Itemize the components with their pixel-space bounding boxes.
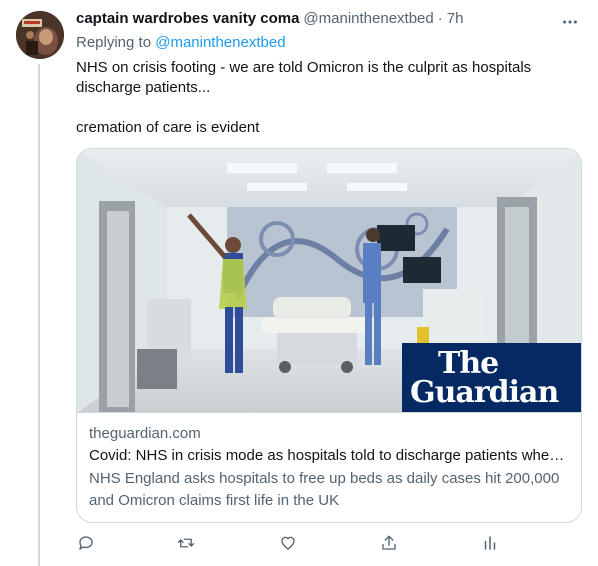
tweet-text: NHS on crisis footing - we are told Omic… bbox=[76, 58, 584, 138]
retweet-icon bbox=[177, 538, 195, 548]
avatar[interactable] bbox=[16, 11, 64, 59]
heart-icon bbox=[281, 536, 295, 550]
share-icon bbox=[382, 535, 396, 550]
replying-to-mention[interactable]: @maninthenextbed bbox=[155, 34, 285, 51]
tweet-actions bbox=[76, 533, 584, 566]
replying-to: Replying to @maninthenextbed bbox=[76, 34, 584, 54]
card-title[interactable]: Covid: NHS in crisis mode as hospitals t… bbox=[89, 446, 569, 466]
more-options-button[interactable] bbox=[560, 12, 580, 32]
reply-icon bbox=[79, 536, 93, 550]
user-handle[interactable]: @maninthenextbed bbox=[303, 10, 433, 27]
publisher-logo-the: The bbox=[438, 345, 499, 381]
timestamp[interactable]: 7h bbox=[447, 10, 464, 27]
analytics-button[interactable] bbox=[480, 533, 500, 553]
analytics-icon bbox=[484, 536, 496, 550]
publisher-logo-guardian: Guardian bbox=[410, 374, 559, 410]
display-name[interactable]: captain wardrobes vanity coma bbox=[76, 10, 299, 27]
avatar-image bbox=[16, 11, 64, 59]
tweet[interactable]: captain wardrobes vanity coma @maninthen… bbox=[76, 10, 584, 550]
thread-line bbox=[38, 64, 40, 566]
tweet-text-line: cremation of care is evident bbox=[76, 119, 260, 136]
link-card[interactable]: The Guardian theguardian.com Covid: NHS … bbox=[76, 148, 582, 523]
card-image[interactable]: The Guardian bbox=[77, 149, 581, 413]
publisher-logo: The Guardian bbox=[402, 343, 581, 412]
more-horizontal-icon bbox=[563, 20, 577, 24]
retweet-button[interactable] bbox=[176, 533, 196, 553]
tweet-header: captain wardrobes vanity coma @maninthen… bbox=[76, 10, 584, 32]
separator-dot: · bbox=[437, 10, 443, 27]
replying-prefix: Replying to bbox=[76, 34, 152, 51]
tweet-text-line: NHS on crisis footing - we are told Omic… bbox=[76, 59, 532, 96]
like-button[interactable] bbox=[278, 533, 298, 553]
reply-button[interactable] bbox=[76, 533, 96, 553]
card-description: NHS England asks hospitals to free up be… bbox=[89, 470, 560, 509]
card-body[interactable]: theguardian.com Covid: NHS in crisis mod… bbox=[77, 413, 581, 512]
card-domain: theguardian.com bbox=[89, 425, 201, 442]
share-button[interactable] bbox=[379, 533, 399, 553]
